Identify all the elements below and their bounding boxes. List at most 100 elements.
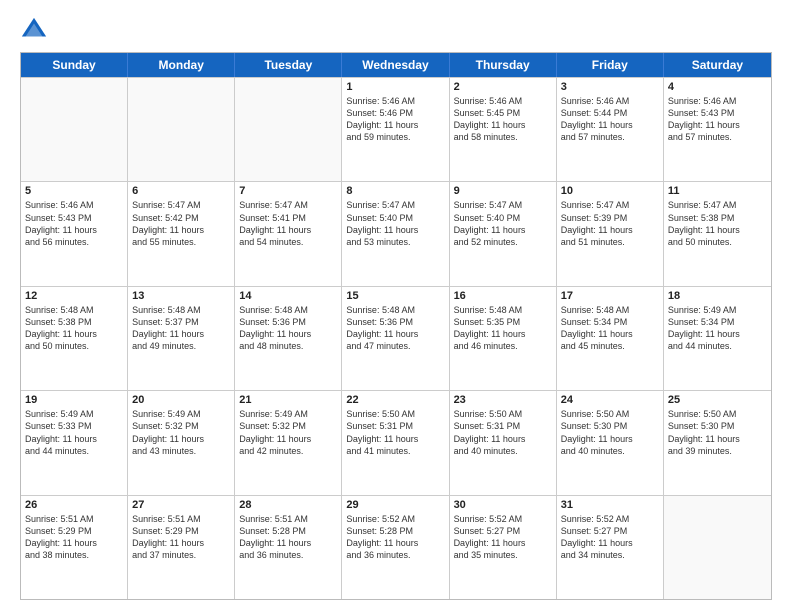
calendar-cell: 13 Sunrise: 5:48 AM Sunset: 5:37 PM Dayli… (128, 287, 235, 390)
calendar-body: 1Sunrise: 5:46 AM Sunset: 5:46 PM Daylig… (21, 77, 771, 599)
calendar-cell: 11 Sunrise: 5:47 AM Sunset: 5:38 PM Dayli… (664, 182, 771, 285)
cell-date-number: 16 (454, 290, 552, 302)
calendar-header: SundayMondayTuesdayWednesdayThursdayFrid… (21, 53, 771, 77)
calendar-row-4: 26Sunrise: 5:51 AM Sunset: 5:29 PM Dayli… (21, 495, 771, 599)
cell-sun-info: Sunrise: 5:47 AM Sunset: 5:40 PM Dayligh… (454, 199, 552, 248)
cell-sun-info: Sunrise: 5:51 AM Sunset: 5:28 PM Dayligh… (239, 513, 337, 562)
cell-date-number: 5 (25, 185, 123, 197)
calendar-cell: 5 Sunrise: 5:46 AM Sunset: 5:43 PM Daylig… (21, 182, 128, 285)
calendar-cell: 7 Sunrise: 5:47 AM Sunset: 5:41 PM Daylig… (235, 182, 342, 285)
calendar-cell: 4 Sunrise: 5:46 AM Sunset: 5:43 PM Daylig… (664, 78, 771, 181)
cell-date-number: 13 (132, 290, 230, 302)
calendar-row-2: 12Sunrise: 5:48 AM Sunset: 5:38 PM Dayli… (21, 286, 771, 390)
calendar-cell: 24 Sunrise: 5:50 AM Sunset: 5:30 PM Dayli… (557, 391, 664, 494)
cell-date-number: 23 (454, 394, 552, 406)
cell-sun-info: Sunrise: 5:50 AM Sunset: 5:30 PM Dayligh… (561, 408, 659, 457)
calendar-cell: 26Sunrise: 5:51 AM Sunset: 5:29 PM Dayli… (21, 496, 128, 599)
cell-sun-info: Sunrise: 5:47 AM Sunset: 5:42 PM Dayligh… (132, 199, 230, 248)
header-day-saturday: Saturday (664, 53, 771, 77)
cell-sun-info: Sunrise: 5:46 AM Sunset: 5:43 PM Dayligh… (668, 95, 767, 144)
cell-date-number: 17 (561, 290, 659, 302)
calendar-cell: 3 Sunrise: 5:46 AM Sunset: 5:44 PM Daylig… (557, 78, 664, 181)
cell-sun-info: Sunrise: 5:46 AM Sunset: 5:45 PM Dayligh… (454, 95, 552, 144)
cell-date-number: 28 (239, 499, 337, 511)
page: SundayMondayTuesdayWednesdayThursdayFrid… (0, 0, 792, 612)
cell-sun-info: Sunrise: 5:49 AM Sunset: 5:34 PM Dayligh… (668, 304, 767, 353)
cell-date-number: 11 (668, 185, 767, 197)
calendar-cell: 18 Sunrise: 5:49 AM Sunset: 5:34 PM Dayli… (664, 287, 771, 390)
calendar-cell (128, 78, 235, 181)
cell-date-number: 27 (132, 499, 230, 511)
calendar-cell: 22Sunrise: 5:50 AM Sunset: 5:31 PM Dayli… (342, 391, 449, 494)
cell-date-number: 25 (668, 394, 767, 406)
cell-date-number: 4 (668, 81, 767, 93)
calendar-cell: 21Sunrise: 5:49 AM Sunset: 5:32 PM Dayli… (235, 391, 342, 494)
cell-date-number: 15 (346, 290, 444, 302)
calendar-cell: 20 Sunrise: 5:49 AM Sunset: 5:32 PM Dayli… (128, 391, 235, 494)
cell-sun-info: Sunrise: 5:48 AM Sunset: 5:36 PM Dayligh… (346, 304, 444, 353)
logo-icon (20, 16, 48, 44)
header-day-thursday: Thursday (450, 53, 557, 77)
cell-date-number: 8 (346, 185, 444, 197)
cell-sun-info: Sunrise: 5:47 AM Sunset: 5:41 PM Dayligh… (239, 199, 337, 248)
cell-sun-info: Sunrise: 5:47 AM Sunset: 5:38 PM Dayligh… (668, 199, 767, 248)
header (20, 16, 772, 44)
cell-sun-info: Sunrise: 5:50 AM Sunset: 5:31 PM Dayligh… (346, 408, 444, 457)
calendar-cell: 10Sunrise: 5:47 AM Sunset: 5:39 PM Dayli… (557, 182, 664, 285)
header-day-sunday: Sunday (21, 53, 128, 77)
cell-sun-info: Sunrise: 5:46 AM Sunset: 5:46 PM Dayligh… (346, 95, 444, 144)
cell-date-number: 18 (668, 290, 767, 302)
cell-sun-info: Sunrise: 5:48 AM Sunset: 5:37 PM Dayligh… (132, 304, 230, 353)
cell-date-number: 10 (561, 185, 659, 197)
cell-sun-info: Sunrise: 5:50 AM Sunset: 5:31 PM Dayligh… (454, 408, 552, 457)
cell-date-number: 3 (561, 81, 659, 93)
calendar-cell: 31 Sunrise: 5:52 AM Sunset: 5:27 PM Dayli… (557, 496, 664, 599)
cell-date-number: 29 (346, 499, 444, 511)
calendar-cell: 9 Sunrise: 5:47 AM Sunset: 5:40 PM Daylig… (450, 182, 557, 285)
calendar-cell: 12Sunrise: 5:48 AM Sunset: 5:38 PM Dayli… (21, 287, 128, 390)
cell-sun-info: Sunrise: 5:49 AM Sunset: 5:32 PM Dayligh… (132, 408, 230, 457)
cell-sun-info: Sunrise: 5:49 AM Sunset: 5:32 PM Dayligh… (239, 408, 337, 457)
cell-date-number: 30 (454, 499, 552, 511)
header-day-tuesday: Tuesday (235, 53, 342, 77)
calendar-row-1: 5 Sunrise: 5:46 AM Sunset: 5:43 PM Daylig… (21, 181, 771, 285)
cell-date-number: 6 (132, 185, 230, 197)
cell-date-number: 9 (454, 185, 552, 197)
calendar-cell: 23 Sunrise: 5:50 AM Sunset: 5:31 PM Dayli… (450, 391, 557, 494)
calendar-cell: 27 Sunrise: 5:51 AM Sunset: 5:29 PM Dayli… (128, 496, 235, 599)
calendar-cell: 25 Sunrise: 5:50 AM Sunset: 5:30 PM Dayli… (664, 391, 771, 494)
calendar-cell: 6 Sunrise: 5:47 AM Sunset: 5:42 PM Daylig… (128, 182, 235, 285)
cell-sun-info: Sunrise: 5:46 AM Sunset: 5:44 PM Dayligh… (561, 95, 659, 144)
cell-sun-info: Sunrise: 5:48 AM Sunset: 5:38 PM Dayligh… (25, 304, 123, 353)
cell-date-number: 31 (561, 499, 659, 511)
calendar-row-3: 19 Sunrise: 5:49 AM Sunset: 5:33 PM Dayli… (21, 390, 771, 494)
cell-sun-info: Sunrise: 5:52 AM Sunset: 5:28 PM Dayligh… (346, 513, 444, 562)
cell-sun-info: Sunrise: 5:51 AM Sunset: 5:29 PM Dayligh… (132, 513, 230, 562)
cell-sun-info: Sunrise: 5:51 AM Sunset: 5:29 PM Dayligh… (25, 513, 123, 562)
cell-date-number: 19 (25, 394, 123, 406)
cell-date-number: 20 (132, 394, 230, 406)
calendar-cell: 29 Sunrise: 5:52 AM Sunset: 5:28 PM Dayli… (342, 496, 449, 599)
calendar-row-0: 1Sunrise: 5:46 AM Sunset: 5:46 PM Daylig… (21, 77, 771, 181)
cell-sun-info: Sunrise: 5:52 AM Sunset: 5:27 PM Dayligh… (454, 513, 552, 562)
cell-sun-info: Sunrise: 5:52 AM Sunset: 5:27 PM Dayligh… (561, 513, 659, 562)
cell-sun-info: Sunrise: 5:48 AM Sunset: 5:34 PM Dayligh… (561, 304, 659, 353)
calendar-cell: 16Sunrise: 5:48 AM Sunset: 5:35 PM Dayli… (450, 287, 557, 390)
header-day-friday: Friday (557, 53, 664, 77)
calendar-cell (21, 78, 128, 181)
header-day-monday: Monday (128, 53, 235, 77)
cell-date-number: 7 (239, 185, 337, 197)
cell-date-number: 24 (561, 394, 659, 406)
calendar-cell: 8 Sunrise: 5:47 AM Sunset: 5:40 PM Daylig… (342, 182, 449, 285)
cell-date-number: 14 (239, 290, 337, 302)
calendar-cell: 17 Sunrise: 5:48 AM Sunset: 5:34 PM Dayli… (557, 287, 664, 390)
cell-sun-info: Sunrise: 5:49 AM Sunset: 5:33 PM Dayligh… (25, 408, 123, 457)
cell-sun-info: Sunrise: 5:46 AM Sunset: 5:43 PM Dayligh… (25, 199, 123, 248)
calendar-cell (664, 496, 771, 599)
cell-sun-info: Sunrise: 5:47 AM Sunset: 5:40 PM Dayligh… (346, 199, 444, 248)
calendar-cell: 1Sunrise: 5:46 AM Sunset: 5:46 PM Daylig… (342, 78, 449, 181)
cell-sun-info: Sunrise: 5:50 AM Sunset: 5:30 PM Dayligh… (668, 408, 767, 457)
cell-date-number: 2 (454, 81, 552, 93)
calendar: SundayMondayTuesdayWednesdayThursdayFrid… (20, 52, 772, 600)
calendar-cell: 30 Sunrise: 5:52 AM Sunset: 5:27 PM Dayli… (450, 496, 557, 599)
